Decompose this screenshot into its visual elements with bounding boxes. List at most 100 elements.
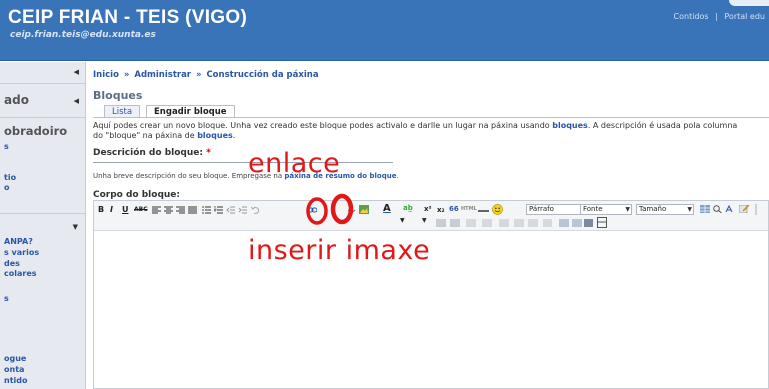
- size-select-value: Tamaño: [639, 205, 667, 213]
- breadcrumb-item[interactable]: Construcción da páxina: [206, 70, 318, 80]
- table-col-icon[interactable]: [450, 219, 460, 227]
- table-split-icon[interactable]: [482, 219, 492, 227]
- insert-image-icon[interactable]: [359, 205, 369, 214]
- undo-icon[interactable]: [251, 206, 260, 214]
- intro-text-part: . A descripción é usada pola columna: [587, 121, 738, 130]
- fullscreen-icon[interactable]: [597, 217, 607, 228]
- rich-text-editor[interactable]: B I U ABC A ab̲ x² x₂ 66 HTML Párrafo Fo…: [93, 200, 769, 389]
- sidebar-link[interactable]: s varios: [4, 248, 39, 258]
- horizontal-rule-icon[interactable]: [478, 207, 489, 215]
- breadcrumb: Inicio » Administrar » Construcción da p…: [93, 70, 319, 80]
- site-header: CEIP FRIAN - TEIS (VIGO) ceip.frian.teis…: [0, 0, 769, 61]
- intro-text-part: do "bloque" na páxina de: [93, 131, 198, 140]
- collapse-left-icon[interactable]: ◀: [74, 68, 79, 76]
- underline-button[interactable]: U: [122, 205, 129, 215]
- intro-text-part: Aquí podes crear un novo bloque. Unha ve…: [93, 121, 553, 130]
- chevron-down-icon: ▼: [625, 206, 630, 213]
- sidebar-row-ado-label: ado: [4, 93, 29, 107]
- sidebar-link[interactable]: s: [4, 294, 9, 304]
- indent-icon[interactable]: [238, 206, 247, 214]
- breadcrumb-item[interactable]: Inicio: [93, 70, 119, 80]
- header-corner: [729, 0, 769, 6]
- save-icon[interactable]: [584, 219, 593, 227]
- align-right-icon[interactable]: [176, 206, 185, 214]
- intro-link-bloques[interactable]: bloques: [197, 131, 233, 140]
- font-select-value: Fonte: [583, 205, 603, 213]
- breadcrumb-separator: »: [195, 70, 202, 80]
- table-merge-icon[interactable]: [499, 219, 509, 227]
- emoticon-icon[interactable]: [492, 204, 503, 215]
- intro-text: Aquí podes crear un novo bloque. Unha ve…: [93, 121, 769, 141]
- table-delete-icon[interactable]: [528, 219, 538, 227]
- link-highlight-circle: [306, 193, 354, 225]
- chevron-down-icon[interactable]: ▼: [400, 216, 405, 226]
- table-icon[interactable]: [700, 205, 710, 213]
- layer-icon[interactable]: [572, 219, 582, 227]
- paragraph-select[interactable]: Párrafo ▼: [526, 204, 588, 215]
- visual-aid-icon[interactable]: [559, 219, 569, 227]
- subscript-button[interactable]: x₂: [437, 205, 445, 215]
- html-button[interactable]: HTML: [461, 204, 477, 214]
- highlight-icon[interactable]: ab̲: [403, 203, 413, 213]
- sidebar-link[interactable]: ntido: [4, 376, 27, 386]
- sidebar-link[interactable]: tio: [4, 173, 16, 183]
- header-link-portal[interactable]: Portal edu: [724, 12, 765, 21]
- table-row-icon[interactable]: [436, 219, 446, 227]
- sidebar-link[interactable]: ANPA?: [4, 237, 33, 247]
- description-help: Unha breve descripción do seu bloque. Em…: [93, 172, 399, 180]
- font-color-icon[interactable]: A: [383, 204, 391, 214]
- numbered-list-icon[interactable]: [214, 206, 223, 214]
- sidebar-link[interactable]: des: [4, 259, 20, 269]
- breadcrumb-item[interactable]: Administrar: [134, 70, 191, 80]
- font-select[interactable]: Fonte ▼: [580, 204, 632, 215]
- table-cell-icon[interactable]: [466, 219, 476, 227]
- description-help-text: .: [396, 172, 399, 180]
- superscript-button[interactable]: x²: [424, 204, 432, 214]
- sidebar-row-top[interactable]: ◀: [0, 62, 86, 84]
- bold-button[interactable]: B: [98, 205, 104, 215]
- align-justify-icon[interactable]: [188, 206, 197, 214]
- annotation-link-label: enlace: [248, 148, 341, 179]
- special-char-icon[interactable]: [725, 205, 734, 213]
- paragraph-select-value: Párrafo: [529, 205, 554, 213]
- collapse-left-icon[interactable]: ◀: [74, 97, 79, 105]
- italic-button[interactable]: I: [110, 205, 113, 215]
- sidebar-link[interactable]: ogue: [4, 354, 26, 364]
- header-links: Contidos | Portal edu: [674, 12, 765, 21]
- header-link-contidos[interactable]: Contidos: [674, 12, 709, 21]
- sidebar-row-obradoiro-label: obradoiro: [4, 124, 68, 138]
- editor-toolbar: B I U ABC A ab̲ x² x₂ 66 HTML Párrafo Fo…: [94, 201, 768, 231]
- description-input[interactable]: [93, 162, 393, 163]
- chevron-down-icon[interactable]: ▼: [73, 223, 78, 231]
- site-title[interactable]: CEIP FRIAN - TEIS (VIGO): [8, 7, 247, 29]
- table-props-icon[interactable]: [514, 219, 524, 227]
- find-replace-icon[interactable]: [713, 205, 722, 213]
- strikethrough-button[interactable]: ABC: [134, 205, 148, 215]
- chevron-down-icon[interactable]: ▼: [422, 216, 427, 226]
- outdent-icon[interactable]: [226, 206, 235, 214]
- size-select[interactable]: Tamaño ▼: [636, 204, 694, 215]
- sidebar-link[interactable]: onta: [4, 365, 24, 375]
- bullet-list-icon[interactable]: [202, 206, 211, 214]
- toolbar-divider: [755, 204, 757, 215]
- description-label: Descrición do bloque: *: [93, 148, 211, 158]
- annotation-insert-image-label: inserir imaxe: [248, 235, 431, 266]
- align-center-icon[interactable]: [164, 206, 173, 214]
- breadcrumb-separator: »: [123, 70, 130, 80]
- intro-text-part: .: [232, 131, 236, 140]
- sidebar-link[interactable]: o: [4, 183, 10, 193]
- align-left-icon[interactable]: [152, 206, 161, 214]
- sidebar-row-obradoiro[interactable]: obradoiro s tio o: [0, 118, 86, 214]
- required-marker: *: [206, 148, 211, 158]
- intro-link-bloques[interactable]: bloques: [552, 121, 588, 130]
- sidebar-link[interactable]: s: [4, 142, 9, 152]
- blockquote-button[interactable]: 66: [449, 204, 459, 214]
- sidebar-link[interactable]: colares: [4, 269, 37, 279]
- edit-icon[interactable]: [739, 205, 750, 213]
- page-title: Bloques: [93, 89, 143, 102]
- filter-icon[interactable]: [543, 219, 552, 227]
- description-label-text: Descrición do bloque:: [93, 148, 203, 158]
- site-email[interactable]: ceip.frian.teis@edu.xunta.es: [10, 30, 156, 40]
- sidebar-row-ado[interactable]: ado ◀: [0, 84, 86, 118]
- body-label: Corpo do bloque:: [93, 190, 181, 200]
